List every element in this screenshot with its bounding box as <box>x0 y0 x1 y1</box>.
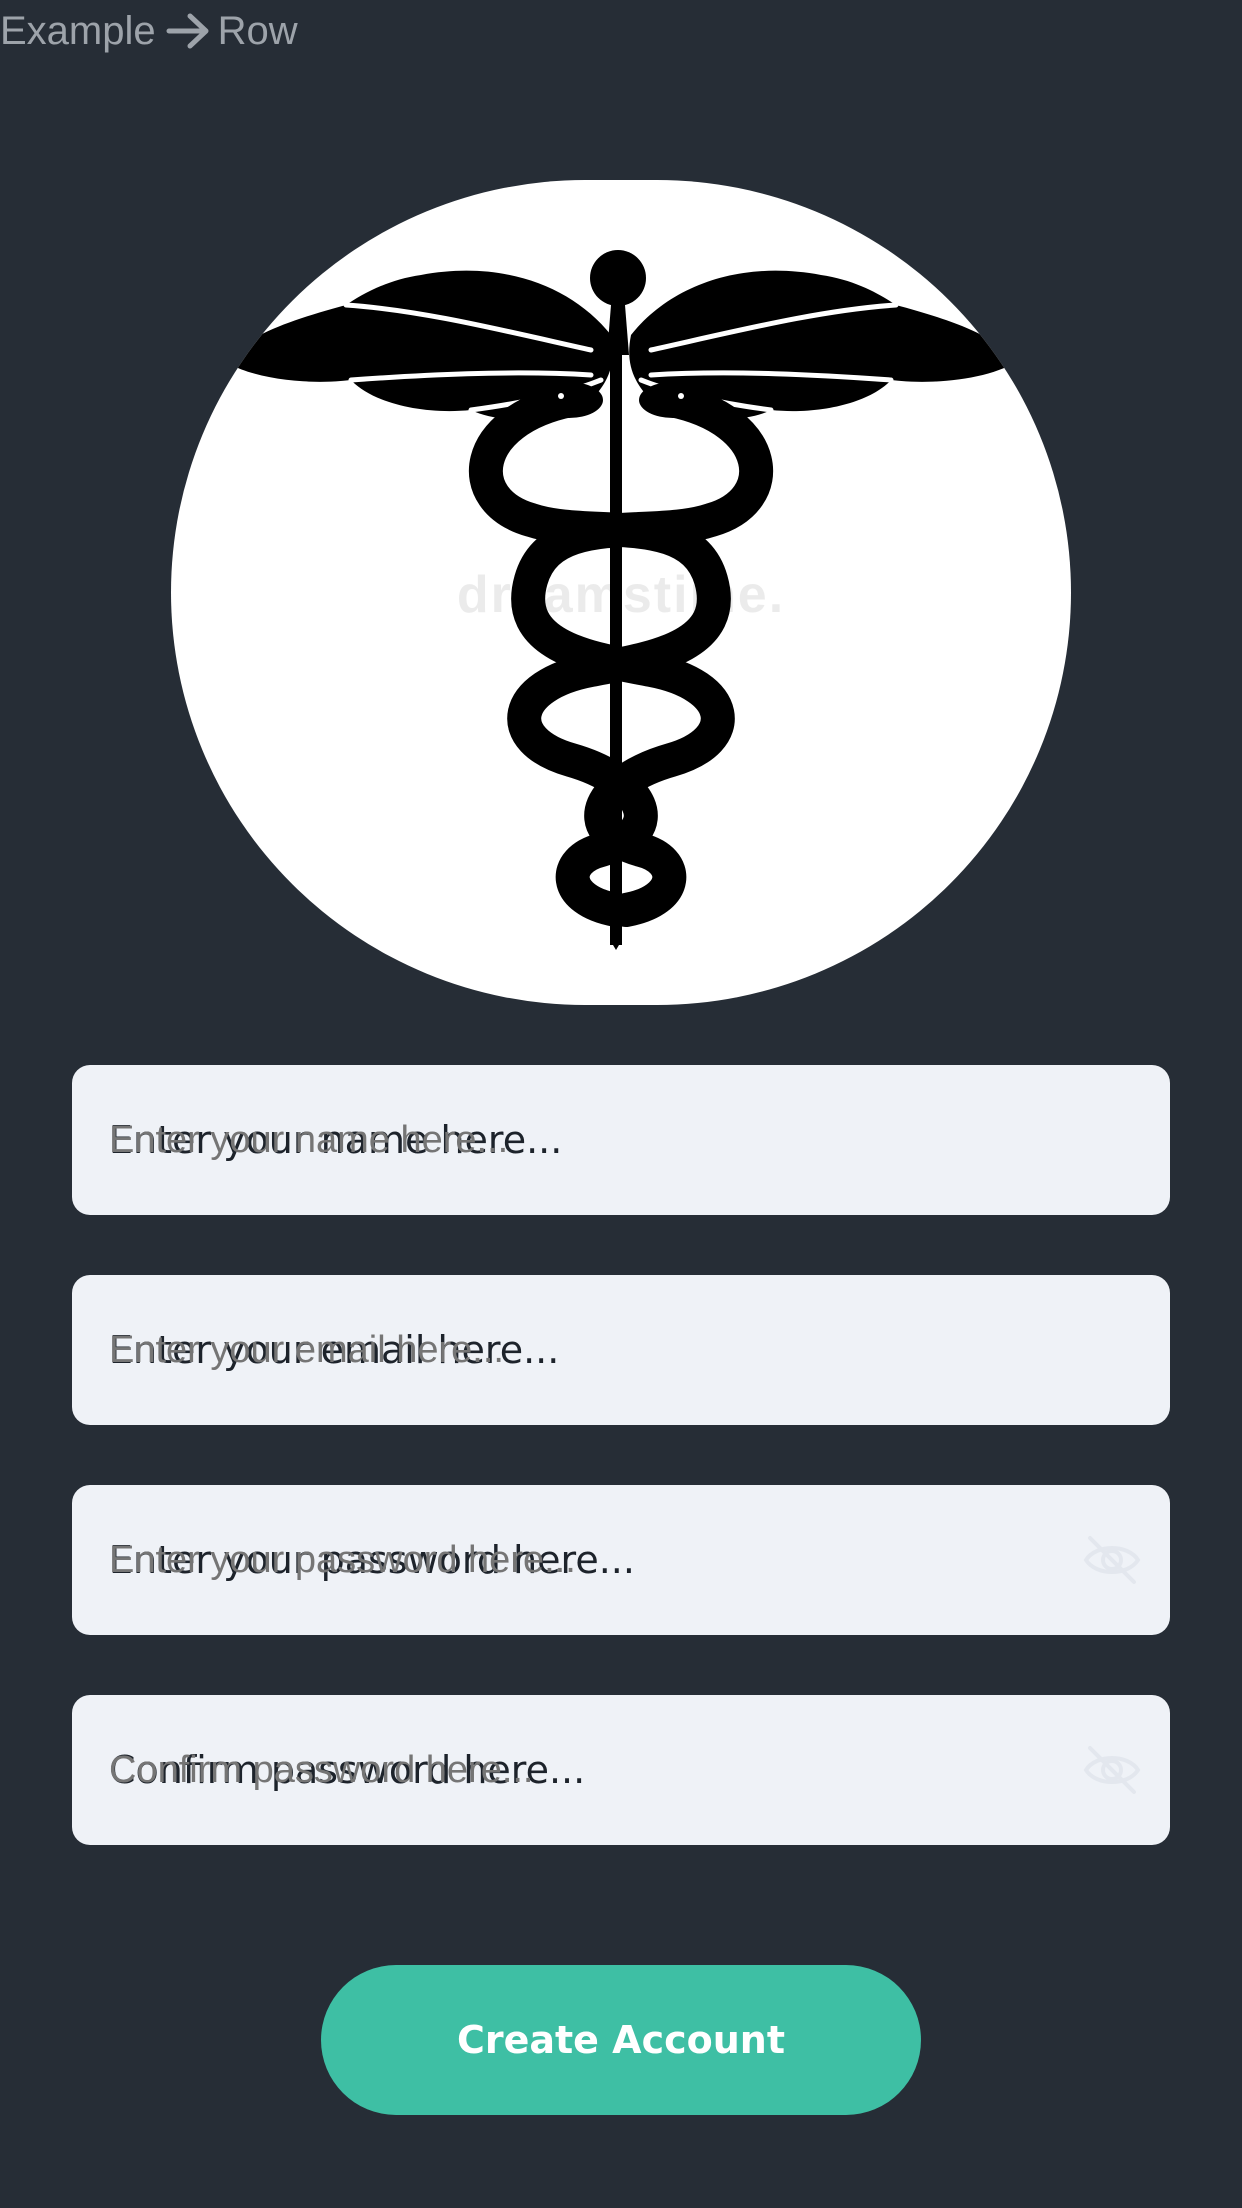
name-input[interactable] <box>72 1065 1170 1215</box>
breadcrumb-parent[interactable]: Example <box>0 9 156 54</box>
password-field[interactable]: Enter your password here... <box>72 1485 1170 1635</box>
email-field[interactable]: Enter your email here... <box>72 1275 1170 1425</box>
breadcrumb-current: Row <box>217 8 298 53</box>
confirm-password-field[interactable]: Confirm password here... <box>72 1695 1170 1845</box>
create-account-button[interactable]: Create Account <box>321 1965 921 2115</box>
confirm-password-input[interactable] <box>72 1695 1170 1845</box>
logo: dreamstime. <box>171 180 1071 1005</box>
eye-off-icon[interactable] <box>1082 1744 1142 1796</box>
arrow-right-icon <box>166 11 212 51</box>
eye-off-icon[interactable] <box>1082 1534 1142 1586</box>
password-input[interactable] <box>72 1485 1170 1635</box>
logo-watermark: dreamstime. <box>456 566 786 624</box>
breadcrumb: Example Row <box>0 0 298 62</box>
name-field[interactable]: Enter your name here... <box>72 1065 1170 1215</box>
email-input[interactable] <box>72 1275 1170 1425</box>
